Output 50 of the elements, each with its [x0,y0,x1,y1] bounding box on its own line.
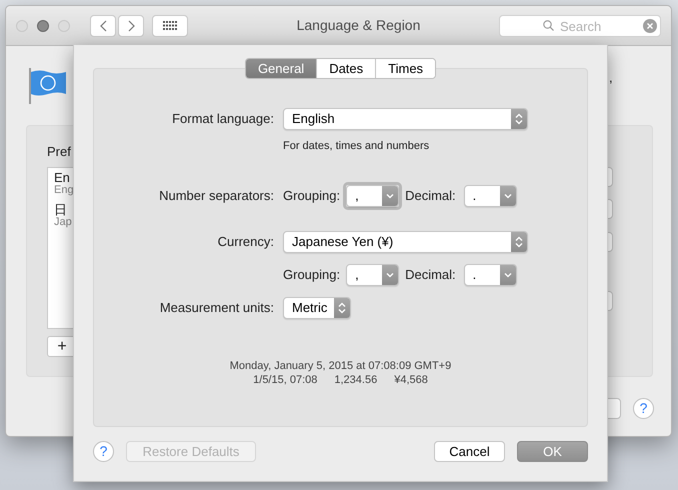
format-language-dropdown[interactable]: English [283,108,528,130]
field-label: Format language: [171,110,274,128]
separator-dropdown[interactable]: . [464,264,517,286]
flag-icon [28,66,68,106]
panel-title: Pref [47,143,71,161]
language-detail: Eng [54,184,75,197]
separator-dropdown[interactable]: , [346,184,400,206]
stepper-arrows-icon [338,302,346,314]
language-name: En [54,171,71,184]
help-button[interactable]: ? [633,398,654,419]
field-label: Decimal: [405,186,456,205]
field-label: Grouping: [283,266,340,284]
chevron-down-icon [386,272,394,278]
chevron-left-icon [100,20,106,32]
show-all-button[interactable] [152,14,188,36]
chevron-down-icon [386,192,394,198]
field-label: Currency: [216,232,274,251]
sample-short-date: 1/5/15, 07:08 [253,372,318,386]
field-label: Measurement units: [158,298,274,317]
hint-text: For dates, times and numbers [283,139,430,154]
description-text: , [609,69,613,87]
forward-button[interactable] [118,14,144,36]
language-name: 日 [54,203,68,216]
stepper-arrows-icon [515,236,523,248]
sample-date: Monday, January 5, 2015 at 07:08:09 GMT+9 [230,358,452,372]
language-detail: Jap [54,216,73,229]
window-control[interactable] [37,20,49,32]
sample-number: 1,234.56 [334,372,378,386]
grid-icon [162,21,178,30]
search-icon [543,20,554,31]
chevron-right-icon [128,20,134,32]
dialog-button[interactable]: Cancel [434,441,505,462]
window-title: Language & Region [296,16,422,35]
separator-dropdown[interactable]: , [346,264,400,286]
currency-dropdown[interactable]: Japanese Yen (¥) [283,230,528,252]
tab[interactable]: Times [375,59,436,78]
stepper-arrows-icon [515,113,523,125]
tab[interactable]: General [246,59,316,78]
search-field[interactable]: Search [499,15,661,37]
field-label: Grouping: [283,186,340,205]
separator-dropdown[interactable]: . [464,184,517,206]
sample-currency: ¥4,568 [394,372,428,386]
field-label: Number separators: [158,186,274,205]
chevron-down-icon [504,272,512,278]
back-button[interactable] [90,14,116,36]
field-label: Decimal: [405,266,456,284]
clear-icon[interactable] [643,18,657,32]
measurement-dropdown[interactable]: Metric [283,296,351,318]
help-button[interactable]: ? [93,441,114,462]
chevron-down-icon [504,192,512,198]
